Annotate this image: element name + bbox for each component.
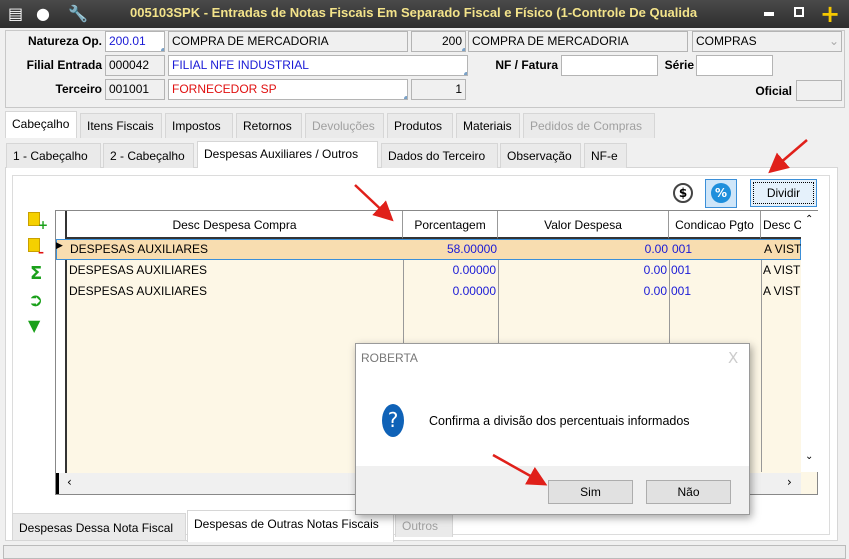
bottomtab-outros: Outros <box>395 513 453 537</box>
oficial-label: Oficial <box>755 84 792 98</box>
dialog-title: ROBERTA <box>361 351 418 365</box>
table-cell[interactable]: 001 <box>669 282 761 303</box>
table-row[interactable]: DESPESAS AUXILIARES 58.00000 0.00 001 A VIST <box>56 239 801 260</box>
dialog-message: Confirma a divisão dos percentuais infor… <box>429 414 690 428</box>
subtab-nfe[interactable]: NF-e <box>584 143 627 168</box>
table-cell[interactable]: DESPESAS AUXILIARES <box>67 282 403 303</box>
serie-input[interactable] <box>696 55 773 76</box>
table-cell[interactable]: 0.00 <box>498 282 669 303</box>
subtab-1-cabecalho[interactable]: 1 - Cabeçalho <box>6 143 101 168</box>
filial-desc-input[interactable]: FILIAL NFE INDUSTRIAL <box>168 55 468 76</box>
col-header-valor[interactable]: Valor Despesa <box>498 211 669 239</box>
table-cell[interactable]: 001 <box>670 240 762 261</box>
oficial-input[interactable] <box>796 80 842 101</box>
minimize-icon[interactable] <box>764 12 774 16</box>
col-header-desc[interactable]: Desc Despesa Compra <box>67 211 403 239</box>
terceiro-code-input[interactable]: 001001 <box>105 79 165 100</box>
tab-materiais[interactable]: Materiais <box>456 113 520 138</box>
yes-button[interactable]: Sim <box>548 480 633 504</box>
natureza-num-input[interactable]: 200 <box>411 31 466 52</box>
current-row-indicator: ▶ <box>56 241 63 251</box>
add-row-icon[interactable]: + <box>28 212 48 232</box>
col-header-desc-c[interactable]: Desc C <box>761 211 801 239</box>
confirm-dialog: ROBERTA X ? Confirma a divisão dos perce… <box>355 343 750 515</box>
table-cell[interactable]: 001 <box>669 261 761 282</box>
natureza-code-input[interactable]: 200.01 <box>105 31 165 52</box>
dollar-button[interactable]: $ <box>673 183 693 203</box>
percent-icon: % <box>711 183 731 203</box>
tab-impostos[interactable]: Impostos <box>165 113 233 138</box>
dialog-close-button[interactable]: X <box>728 349 738 367</box>
sum-icon[interactable]: Σ <box>30 263 42 284</box>
vertical-scrollbar[interactable]: ⌃ ⌄ <box>801 211 818 472</box>
traffic-light-icon[interactable]: ● <box>36 4 50 23</box>
export-icon[interactable]: ➲ <box>28 290 43 311</box>
table-cell[interactable]: A VIST <box>761 261 801 282</box>
status-bar <box>3 545 846 559</box>
nf-label: NF / Fatura <box>495 58 558 72</box>
tab-itens-fiscais[interactable]: Itens Fiscais <box>80 113 162 138</box>
table-row[interactable]: DESPESAS AUXILIARES 0.00000 0.00 001 A VIST <box>56 282 801 303</box>
tab-cabecalho[interactable]: Cabeçalho <box>5 111 77 138</box>
table-cell[interactable]: 0.00000 <box>403 282 498 303</box>
subtab-observacao[interactable]: Observação <box>500 143 581 168</box>
maximize-icon[interactable] <box>794 7 804 17</box>
serie-label: Série <box>664 58 694 72</box>
percent-button[interactable]: % <box>705 179 737 208</box>
filial-code-input[interactable]: 000042 <box>105 55 165 76</box>
dividir-button[interactable]: Dividir <box>750 179 817 207</box>
scroll-down-icon[interactable]: ⌄ <box>805 451 813 462</box>
scroll-up-icon[interactable]: ⌃ <box>805 214 813 225</box>
table-cell[interactable]: DESPESAS AUXILIARES <box>67 261 403 282</box>
subtab-dados-terceiro[interactable]: Dados do Terceiro <box>381 143 498 168</box>
chevron-down-icon[interactable]: ⌄ <box>829 34 839 48</box>
add-icon[interactable]: + <box>820 0 840 28</box>
collapse-icon[interactable]: ▼ <box>28 316 40 335</box>
remove-row-icon[interactable]: – <box>28 238 44 259</box>
table-cell[interactable]: 58.00000 <box>404 240 499 261</box>
natureza-label: Natureza Op. <box>27 34 102 48</box>
scroll-right-icon[interactable]: › <box>787 475 792 489</box>
terceiro-num: 1 <box>411 79 466 100</box>
table-cell[interactable]: 0.00000 <box>403 261 498 282</box>
table-cell[interactable]: DESPESAS AUXILIARES <box>68 240 404 261</box>
menu-icon[interactable]: ▤ <box>8 4 23 23</box>
col-header-porcentagem[interactable]: Porcentagem <box>403 211 498 239</box>
tipo-select[interactable]: COMPRAS ⌄ <box>692 31 842 52</box>
tab-devolucoes: Devoluções <box>305 113 384 138</box>
terceiro-label: Terceiro <box>55 82 102 96</box>
tipo-value: COMPRAS <box>696 34 757 48</box>
tab-produtos[interactable]: Produtos <box>387 113 453 138</box>
window-title: 005103SPK - Entradas de Notas Fiscais Em… <box>130 5 698 20</box>
tab-retornos[interactable]: Retornos <box>236 113 302 138</box>
scroll-left-icon[interactable]: ‹ <box>67 475 72 489</box>
table-cell[interactable]: A VIST <box>762 240 802 261</box>
title-bar: ▤ ● 🔧 005103SPK - Entradas de Notas Fisc… <box>0 0 849 28</box>
table-cell[interactable]: A VIST <box>761 282 801 303</box>
table-row[interactable]: DESPESAS AUXILIARES 0.00000 0.00 001 A VIST <box>56 261 801 282</box>
terceiro-desc-input[interactable]: FORNECEDOR SP <box>168 79 408 100</box>
tab-pedidos-compras: Pedidos de Compras <box>523 113 655 138</box>
no-button[interactable]: Não <box>646 480 731 504</box>
wrench-icon[interactable]: 🔧 <box>68 4 88 23</box>
table-cell[interactable]: 0.00 <box>499 240 670 261</box>
natureza-desc2: COMPRA DE MERCADORIA <box>468 31 688 52</box>
bottomtab-despesas-nota[interactable]: Despesas Dessa Nota Fiscal <box>12 513 186 540</box>
question-icon: ? <box>382 404 404 437</box>
table-cell[interactable]: 0.00 <box>498 261 669 282</box>
subtab-despesas[interactable]: Despesas Auxiliares / Outros <box>197 141 378 168</box>
col-header-condicao[interactable]: Condicao Pgto <box>669 211 761 239</box>
subtab-2-cabecalho[interactable]: 2 - Cabeçalho <box>103 143 194 168</box>
filial-label: Filial Entrada <box>26 58 102 72</box>
nf-input[interactable] <box>561 55 658 76</box>
natureza-desc: COMPRA DE MERCADORIA <box>168 31 408 52</box>
arrow-dividir <box>768 139 808 174</box>
